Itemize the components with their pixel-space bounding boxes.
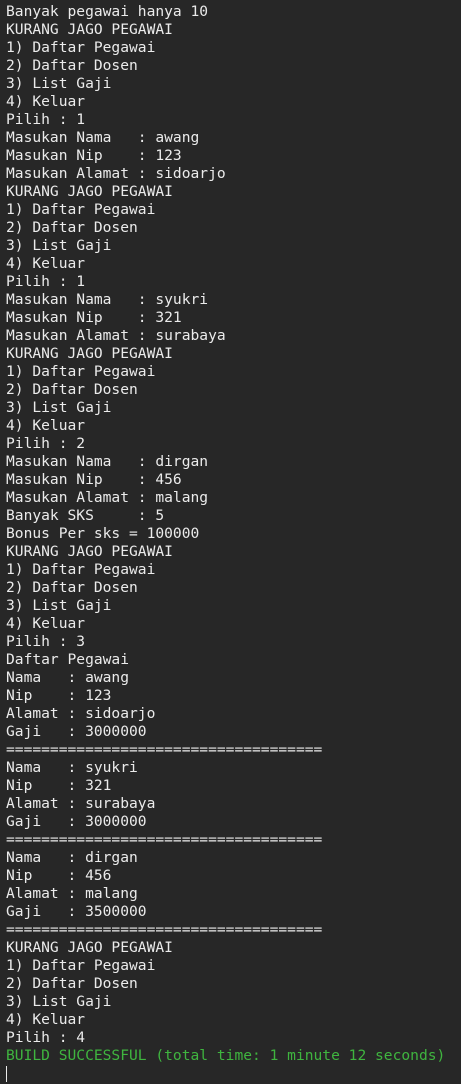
console-line: Nama : dirgan bbox=[6, 849, 138, 866]
console-line: Masukan Alamat : sidoarjo bbox=[6, 165, 226, 182]
console-line: Masukan Nama : dirgan bbox=[6, 453, 209, 470]
console-line: Masukan Nip : 321 bbox=[6, 309, 182, 326]
console-line: 3) List Gaji bbox=[6, 237, 112, 254]
console-line: 1) Daftar Pegawai bbox=[6, 957, 156, 974]
console-line: Masukan Nip : 456 bbox=[6, 471, 182, 488]
console-line: KURANG JAGO PEGAWAI bbox=[6, 345, 173, 362]
console-line: 3) List Gaji bbox=[6, 399, 112, 416]
console-line: ==================================== bbox=[6, 921, 323, 938]
console-line: Nama : syukri bbox=[6, 759, 138, 776]
console-line: Pilih : 1 bbox=[6, 273, 86, 290]
console-line: 2) Daftar Dosen bbox=[6, 975, 138, 992]
console-line: ==================================== bbox=[6, 831, 323, 848]
console-line: Pilih : 4 bbox=[6, 1029, 86, 1046]
console-line: Nip : 456 bbox=[6, 867, 112, 884]
console-line: Masukan Alamat : malang bbox=[6, 489, 209, 506]
console-line: Nip : 321 bbox=[6, 777, 112, 794]
console-line: Daftar Pegawai bbox=[6, 651, 130, 668]
text-caret bbox=[6, 1066, 7, 1082]
console-line: 1) Daftar Pegawai bbox=[6, 201, 156, 218]
console-line: Gaji : 3500000 bbox=[6, 903, 147, 920]
console-line: Pilih : 3 bbox=[6, 633, 86, 650]
console-line: Gaji : 3000000 bbox=[6, 813, 147, 830]
console-line: KURANG JAGO PEGAWAI bbox=[6, 543, 173, 560]
console-line: Alamat : sidoarjo bbox=[6, 705, 156, 722]
console-line: Masukan Nama : syukri bbox=[6, 291, 209, 308]
console-line: 1) Daftar Pegawai bbox=[6, 363, 156, 380]
console-line: 4) Keluar bbox=[6, 1011, 86, 1028]
console-line: 3) List Gaji bbox=[6, 993, 112, 1010]
console-line: 2) Daftar Dosen bbox=[6, 579, 138, 596]
console-line: 3) List Gaji bbox=[6, 75, 112, 92]
console-line: Masukan Nip : 123 bbox=[6, 147, 182, 164]
console-line: 4) Keluar bbox=[6, 93, 86, 110]
build-status-line: BUILD SUCCESSFUL (total time: 1 minute 1… bbox=[6, 1047, 446, 1064]
console-line: Masukan Alamat : surabaya bbox=[6, 327, 226, 344]
console-line: Nama : awang bbox=[6, 669, 130, 686]
console-line: Banyak pegawai hanya 10 bbox=[6, 3, 209, 20]
console-line: Banyak SKS : 5 bbox=[6, 507, 165, 524]
console-lines: Banyak pegawai hanya 10 KURANG JAGO PEGAW… bbox=[6, 3, 445, 1065]
console-line: KURANG JAGO PEGAWAI bbox=[6, 939, 173, 956]
console-line: KURANG JAGO PEGAWAI bbox=[6, 21, 173, 38]
console-line: ==================================== bbox=[6, 741, 323, 758]
console-line: Pilih : 1 bbox=[6, 111, 86, 128]
console-line: Alamat : surabaya bbox=[6, 795, 156, 812]
console-line: 1) Daftar Pegawai bbox=[6, 561, 156, 578]
console-line: KURANG JAGO PEGAWAI bbox=[6, 183, 173, 200]
console-line: 1) Daftar Pegawai bbox=[6, 39, 156, 56]
console-line: 2) Daftar Dosen bbox=[6, 57, 138, 74]
console-line: 4) Keluar bbox=[6, 417, 86, 434]
console-line: 3) List Gaji bbox=[6, 597, 112, 614]
console-line: 2) Daftar Dosen bbox=[6, 219, 138, 236]
console-line: 4) Keluar bbox=[6, 615, 86, 632]
console-line: 4) Keluar bbox=[6, 255, 86, 272]
console-line: Gaji : 3000000 bbox=[6, 723, 147, 740]
output-console[interactable]: Banyak pegawai hanya 10 KURANG JAGO PEGAW… bbox=[0, 0, 461, 1084]
console-line: 2) Daftar Dosen bbox=[6, 381, 138, 398]
console-line: Pilih : 2 bbox=[6, 435, 86, 452]
console-line: Bonus Per sks = 100000 bbox=[6, 525, 200, 542]
console-line: Alamat : malang bbox=[6, 885, 138, 902]
console-line: Masukan Nama : awang bbox=[6, 129, 200, 146]
console-line: Nip : 123 bbox=[6, 687, 112, 704]
